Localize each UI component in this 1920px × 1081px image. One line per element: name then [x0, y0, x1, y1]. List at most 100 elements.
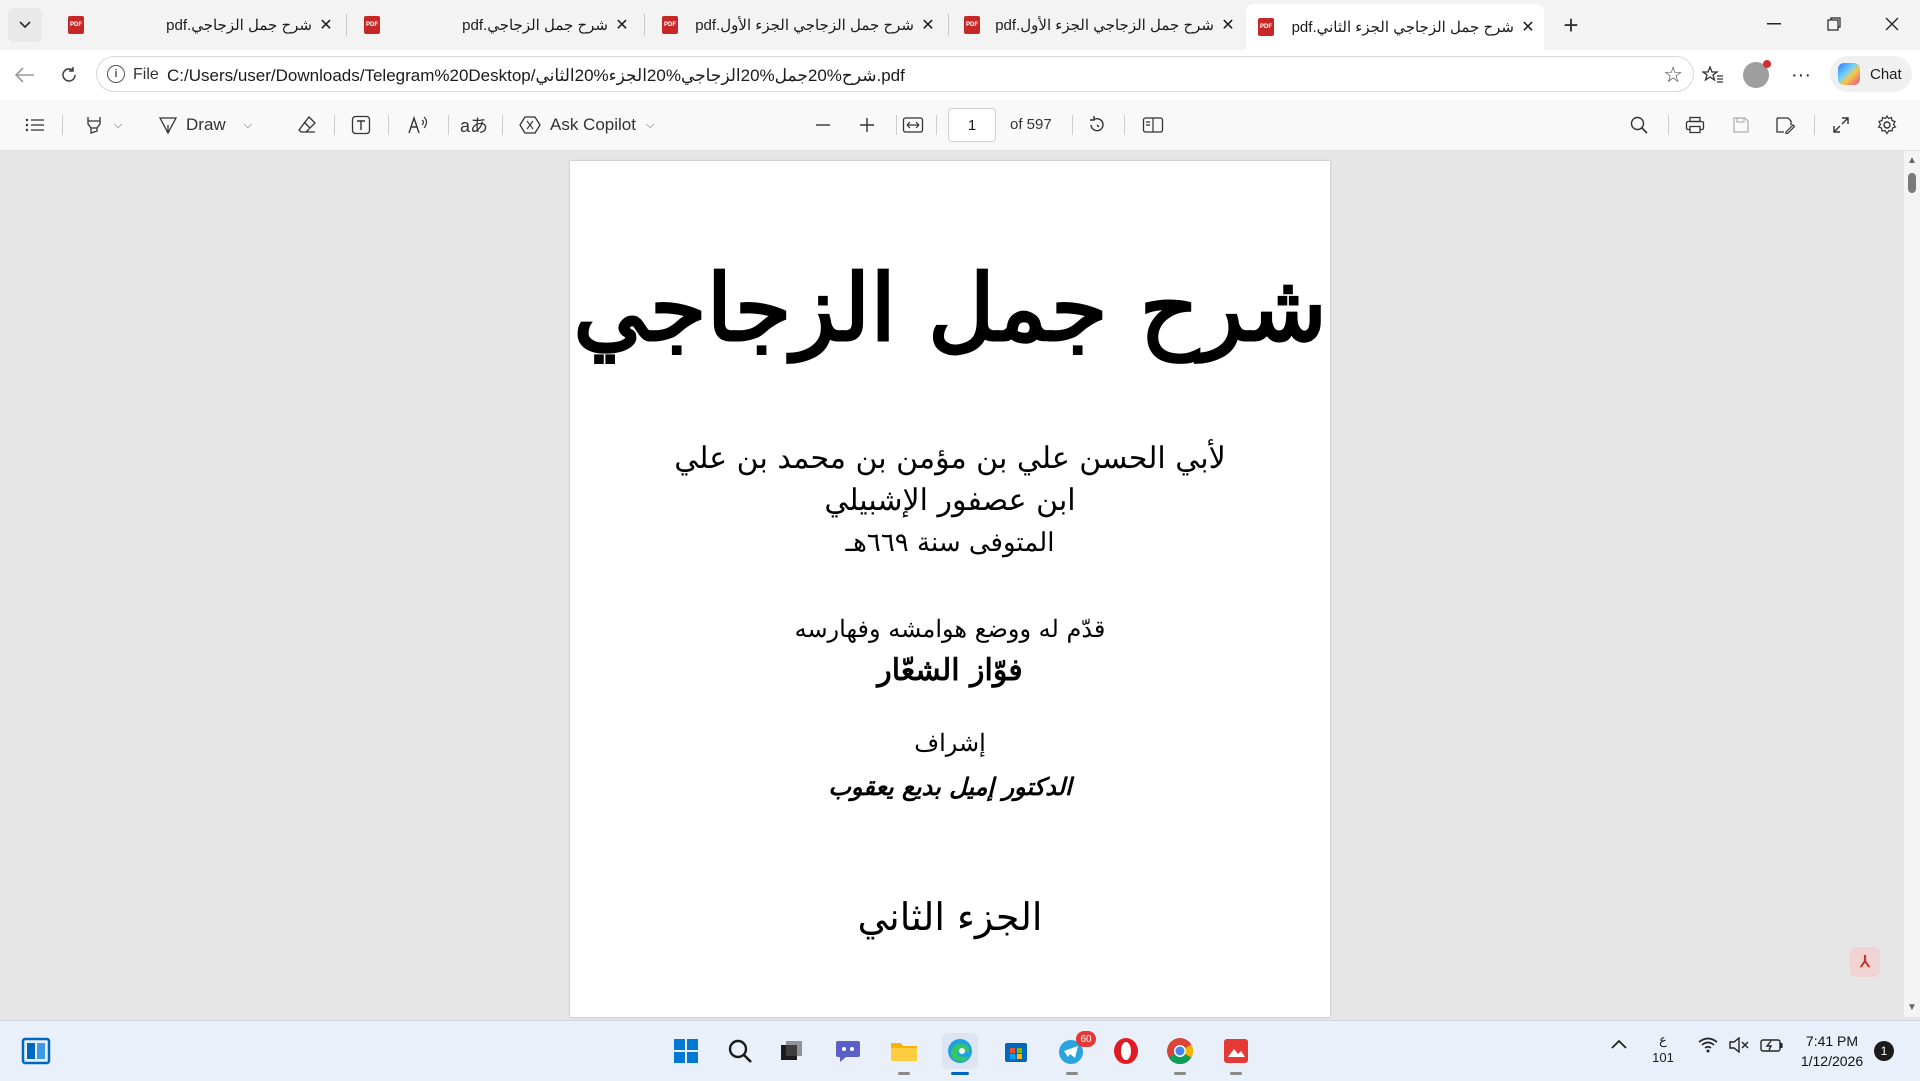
site-info-icon[interactable]: i	[107, 65, 125, 83]
draw-pen-icon	[158, 117, 178, 135]
page-number-input[interactable]: 1	[948, 108, 996, 142]
minimize-icon[interactable]	[1746, 0, 1802, 48]
pdf-file-icon: PDF	[364, 16, 380, 34]
new-tab-plus-icon[interactable]: +	[1556, 10, 1586, 40]
running-indicator	[951, 1072, 969, 1075]
notification-count-badge[interactable]: 1	[1874, 1041, 1894, 1061]
back-arrow-icon[interactable]	[10, 60, 40, 90]
adobe-acrobat-icon[interactable]: ⅄	[1850, 947, 1880, 977]
microsoft-store-icon[interactable]	[998, 1033, 1034, 1069]
tab-label: شرح جمل الزجاجي.pdf	[166, 17, 312, 34]
supervision-label: إشراف	[914, 729, 986, 757]
scroll-up-arrow-icon[interactable]: ▲	[1907, 155, 1917, 166]
rotate-icon[interactable]	[1082, 110, 1112, 140]
chrome-browser-icon[interactable]	[1162, 1033, 1198, 1075]
fullscreen-expand-icon[interactable]	[1826, 110, 1856, 140]
scrollbar-thumb[interactable]	[1908, 173, 1916, 193]
zoom-out-icon[interactable]	[808, 110, 838, 140]
opera-browser-icon[interactable]	[1108, 1033, 1144, 1069]
favorite-star-icon[interactable]: ☆	[1663, 62, 1683, 88]
fit-to-width-icon[interactable]	[898, 110, 928, 140]
more-options-icon[interactable]: ···	[1786, 60, 1816, 90]
editor-intro: قدّم له ووضع هوامشه وفهارسه	[794, 615, 1106, 643]
search-icon[interactable]	[722, 1033, 758, 1069]
address-bar-row: i File C:/Users/user/Downloads/Telegram%…	[0, 50, 1920, 100]
telegram-unread-badge: 60	[1076, 1031, 1096, 1047]
pdf-toolbar: ⌵ Draw ⌵ aあ Ask Copilot ⌵ 1 of 597	[0, 100, 1920, 151]
profile-avatar[interactable]	[1743, 60, 1771, 88]
chevron-down-icon[interactable]: ⌵	[646, 119, 654, 132]
settings-gear-icon[interactable]	[1872, 110, 1902, 140]
favorites-icon[interactable]	[1698, 60, 1728, 90]
tab-3[interactable]: PDF شرح جمل الزجاجي الجزء الأول.pdf ✕	[650, 6, 944, 44]
running-indicator	[898, 1072, 910, 1075]
volume-muted-icon[interactable]	[1728, 1036, 1750, 1058]
contents-list-icon[interactable]	[20, 110, 50, 140]
close-icon[interactable]: ✕	[316, 15, 336, 35]
close-icon[interactable]: ✕	[1218, 15, 1238, 35]
tab-5-active[interactable]: PDF شرح جمل الزجاجي الجزء الثاني.pdf ✕	[1246, 4, 1544, 50]
tab-4[interactable]: PDF شرح جمل الزجاجي الجزء الأول.pdf ✕	[952, 6, 1244, 44]
chat-label: Chat	[1870, 65, 1902, 83]
author-death-year: المتوفى سنة ٦٦٩هـ	[845, 528, 1055, 558]
system-clock[interactable]: 7:41 PM 1/12/2026	[1792, 1031, 1872, 1071]
scroll-down-arrow-icon[interactable]: ▼	[1907, 1002, 1917, 1013]
copilot-outline-icon	[519, 116, 541, 134]
teams-chat-icon[interactable]	[830, 1033, 866, 1069]
pdf-file-icon: PDF	[68, 16, 84, 34]
zoom-in-icon[interactable]	[852, 110, 882, 140]
running-indicator	[1066, 1072, 1078, 1075]
save-icon[interactable]	[1726, 110, 1756, 140]
author-line-2: ابن عصفور الإشبيلي	[824, 483, 1076, 518]
ask-copilot-button[interactable]: Ask Copilot ⌵	[518, 110, 668, 140]
start-windows-icon[interactable]	[668, 1033, 704, 1069]
url-scheme-label: File	[133, 66, 159, 83]
author-line-1: لأبي الحسن علي بن مؤمن بن محمد بن علي	[674, 441, 1226, 476]
highlight-button[interactable]: ⌵	[74, 110, 132, 140]
refresh-icon[interactable]	[54, 60, 84, 90]
close-icon[interactable]: ✕	[918, 15, 938, 35]
print-icon[interactable]	[1680, 110, 1710, 140]
show-hidden-icons-chevron-up-icon[interactable]	[1610, 1037, 1628, 1055]
widgets-icon[interactable]	[18, 1033, 54, 1069]
save-as-icon[interactable]	[1770, 110, 1800, 140]
search-icon[interactable]	[1624, 110, 1654, 140]
tab-label: شرح جمل الزجاجي الجزء الأول.pdf	[695, 17, 914, 34]
telegram-icon[interactable]: 60	[1054, 1031, 1096, 1075]
tab-2[interactable]: PDF شرح جمل الزجاجي.pdf ✕	[352, 6, 638, 44]
window-close-icon[interactable]	[1864, 0, 1920, 48]
tab-actions-chevron-icon[interactable]	[8, 8, 42, 42]
translate-icon[interactable]: aあ	[456, 110, 492, 140]
clock-date: 1/12/2026	[1800, 1053, 1864, 1069]
file-explorer-icon[interactable]	[886, 1033, 922, 1075]
edge-browser-icon[interactable]	[942, 1033, 978, 1075]
page-count: of 597	[1010, 116, 1052, 133]
copilot-chat-button[interactable]: Chat	[1830, 56, 1912, 92]
windows-taskbar: 60 ع 101 7:41 PM 1/12/2026 1	[0, 1020, 1920, 1081]
input-language-indicator[interactable]: ع 101	[1650, 1031, 1676, 1067]
restore-icon[interactable]	[1806, 0, 1862, 48]
tab-label: شرح جمل الزجاجي الجزء الثاني.pdf	[1291, 19, 1514, 36]
battery-charging-icon[interactable]	[1760, 1037, 1784, 1058]
url-text: C:/Users/user/Downloads/Telegram%20Deskt…	[167, 66, 905, 85]
draw-button[interactable]: Draw ⌵	[158, 110, 270, 140]
task-view-icon[interactable]	[774, 1033, 810, 1069]
pdf-file-icon: PDF	[1258, 18, 1274, 36]
chevron-down-icon[interactable]: ⌵	[114, 119, 122, 132]
read-aloud-icon[interactable]	[400, 110, 436, 140]
eraser-icon[interactable]	[292, 110, 322, 140]
pdf-page: شرح جمل الزجاجي لأبي الحسن علي بن مؤمن ب…	[570, 161, 1330, 1017]
vertical-scrollbar[interactable]: ▲ ▼	[1904, 151, 1920, 1017]
add-text-icon[interactable]	[346, 110, 376, 140]
address-input[interactable]: i File C:/Users/user/Downloads/Telegram%…	[96, 56, 1694, 92]
page-view-icon[interactable]	[1138, 110, 1168, 140]
chevron-down-icon[interactable]: ⌵	[244, 119, 252, 132]
page-number: 1	[967, 116, 977, 134]
wifi-icon[interactable]	[1698, 1037, 1718, 1058]
close-icon[interactable]: ✕	[612, 15, 632, 35]
tab-1[interactable]: PDF شرح جمل الزجاجي.pdf ✕	[56, 6, 342, 44]
pdf-viewer-canvas[interactable]: شرح جمل الزجاجي لأبي الحسن علي بن مؤمن ب…	[0, 151, 1920, 1017]
close-icon[interactable]: ✕	[1518, 17, 1538, 37]
volume-label: الجزء الثاني	[857, 895, 1043, 939]
photo-editor-icon[interactable]	[1218, 1033, 1254, 1075]
